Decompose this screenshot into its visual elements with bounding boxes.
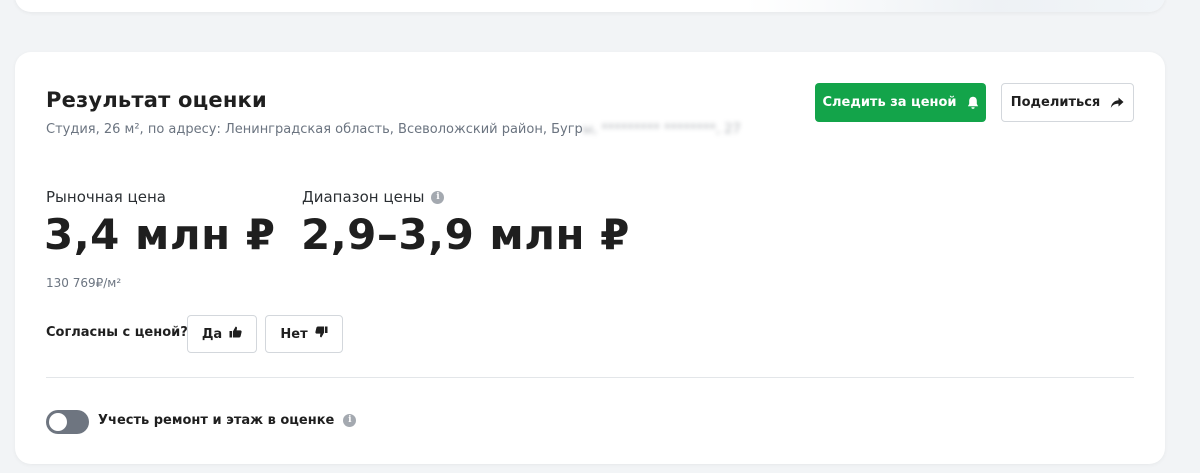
section-divider bbox=[46, 377, 1134, 378]
agree-yes-button[interactable]: Да bbox=[187, 315, 257, 353]
valuation-result-card: Результат оценки Студия, 26 м², по адрес… bbox=[15, 52, 1165, 464]
agree-no-label: Нет bbox=[280, 326, 308, 342]
card-title: Результат оценки bbox=[46, 88, 267, 112]
follow-price-label: Следить за ценой bbox=[822, 95, 957, 110]
price-range-label: Диапазон цены bbox=[302, 188, 425, 206]
bell-icon bbox=[967, 96, 979, 110]
price-range-heading: Диапазон цены i bbox=[302, 188, 445, 206]
market-price-value: 3,4 млн ₽ bbox=[44, 210, 276, 259]
share-button[interactable]: Поделиться bbox=[1001, 83, 1134, 122]
toggle-label: Учесть ремонт и этаж в оценке bbox=[98, 413, 335, 428]
share-label: Поделиться bbox=[1010, 95, 1101, 110]
address-blurred: ы, ********* ********, 27 bbox=[582, 122, 741, 137]
previous-card bbox=[15, 0, 1165, 12]
address-text: Студия, 26 м², по адресу: Ленинградская … bbox=[46, 122, 583, 137]
property-address: Студия, 26 м², по адресу: Ленинградская … bbox=[46, 122, 741, 137]
toggle-knob bbox=[49, 413, 67, 431]
price-range-value: 2,9–3,9 млн ₽ bbox=[301, 210, 630, 259]
repair-floor-toggle[interactable] bbox=[46, 410, 89, 434]
market-price-label: Рыночная цена bbox=[46, 188, 166, 206]
toggle-label-row: Учесть ремонт и этаж в оценке i bbox=[98, 413, 357, 428]
thumbs-up-icon bbox=[229, 326, 242, 342]
info-icon[interactable]: i bbox=[343, 414, 357, 427]
agree-no-button[interactable]: Нет bbox=[265, 315, 343, 353]
background-image bbox=[745, 0, 1165, 12]
price-per-sqm: 130 769₽/м² bbox=[46, 276, 122, 290]
share-arrow-icon bbox=[1110, 97, 1124, 109]
agree-yes-label: Да bbox=[201, 326, 223, 342]
thumbs-down-icon bbox=[314, 326, 328, 342]
agree-question: Согласны с ценой? bbox=[46, 325, 188, 340]
info-icon[interactable]: i bbox=[431, 190, 445, 204]
follow-price-button[interactable]: Следить за ценой bbox=[815, 83, 986, 122]
